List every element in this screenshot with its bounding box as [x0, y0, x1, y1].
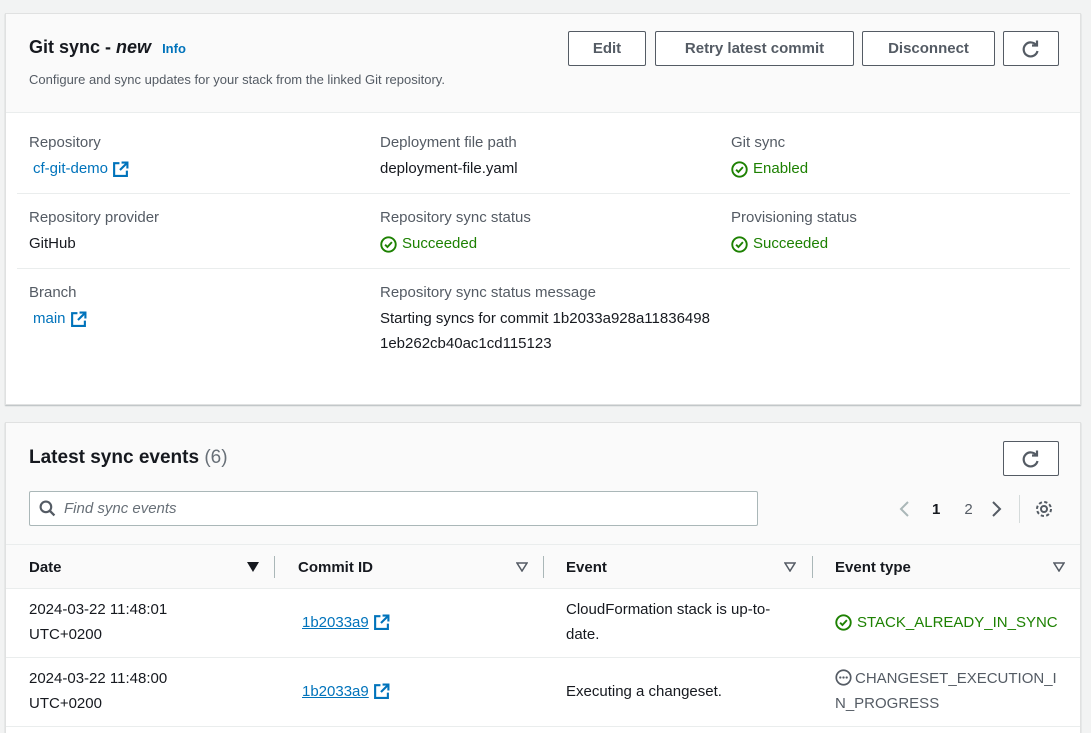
column-divider [543, 556, 544, 578]
preferences-button[interactable] [1034, 499, 1054, 519]
git-sync-status: Enabled [731, 160, 808, 178]
info-link[interactable]: Info [162, 41, 186, 56]
col-commit-id[interactable]: Commit ID [298, 545, 373, 590]
git-sync-field: Git sync Enabled [731, 134, 808, 183]
git-sync-panel: Git sync - new Info Configure and sync u… [5, 13, 1081, 405]
prev-page-button[interactable] [898, 500, 912, 518]
git-sync-header: Git sync - new Info Configure and sync u… [6, 14, 1080, 113]
provider-label: Repository provider [29, 209, 160, 226]
provisioning-status: Succeeded [731, 235, 828, 253]
next-page-button[interactable] [989, 500, 1003, 518]
sort-icon[interactable] [1053, 562, 1065, 572]
events-table-header: Date Commit ID Event Event type [6, 544, 1080, 589]
repo-sync-status-field: Repository sync status Succeeded [380, 209, 531, 258]
repo-sync-status: Succeeded [380, 235, 477, 253]
provisioning-status-field: Provisioning status Succeeded [731, 209, 857, 258]
success-check-icon [731, 160, 748, 178]
column-divider [812, 556, 813, 578]
commit-link[interactable]: 1b2033a9 [302, 610, 390, 635]
branch-field: Branch main [29, 284, 87, 328]
external-link-icon [373, 683, 390, 699]
sync-events-header: Latest sync events (6) Find sync events … [6, 423, 1080, 544]
sort-icon[interactable] [516, 562, 528, 572]
success-check-icon [380, 235, 397, 253]
page-2[interactable]: 2 [964, 501, 972, 518]
event-date: 2024-03-22 11:48:00 UTC+0200 [29, 670, 168, 712]
column-divider [274, 556, 275, 578]
refresh-icon [1022, 450, 1039, 467]
refresh-button[interactable] [1003, 31, 1059, 66]
provider-field: Repository provider GitHub [29, 209, 159, 253]
table-row: 2024-03-22 11:48:00 UTC+0200 1b2033a9 Ex… [6, 658, 1080, 727]
event-description: Executing a changeset. [566, 683, 722, 700]
provisioning-status-label: Provisioning status [731, 209, 857, 226]
sort-descending-icon[interactable] [247, 562, 259, 572]
git-sync-title: Git sync - new Info [29, 37, 186, 57]
search-sync-events[interactable]: Find sync events [29, 491, 758, 526]
disconnect-button[interactable]: Disconnect [862, 31, 995, 66]
repo-sync-status-label: Repository sync status [380, 209, 531, 226]
chevron-right-icon [991, 501, 1002, 517]
repository-link[interactable]: cf-git-demo [33, 160, 129, 178]
deployment-file-value: deployment-file.yaml [380, 160, 518, 177]
success-check-icon [835, 614, 852, 631]
sync-events-panel: Latest sync events (6) Find sync events … [5, 422, 1081, 733]
external-link-icon [373, 614, 390, 630]
page-1[interactable]: 1 [932, 501, 940, 518]
branch-link[interactable]: main [33, 310, 87, 328]
edit-button[interactable]: Edit [568, 31, 646, 66]
success-check-icon [731, 235, 748, 253]
pager-divider [1019, 495, 1020, 523]
repository-label: Repository [29, 134, 101, 151]
git-sync-description: Configure and sync updates for your stac… [29, 72, 445, 87]
retry-latest-commit-button[interactable]: Retry latest commit [655, 31, 854, 66]
sort-icon[interactable] [784, 562, 796, 572]
details-row-1: Repository cf-git-demo Deployment file p… [17, 113, 1070, 194]
external-link-icon [113, 161, 129, 177]
repository-field: Repository cf-git-demo [29, 134, 129, 178]
chevron-left-icon [899, 501, 909, 517]
git-sync-title-new: new [116, 37, 152, 57]
col-date[interactable]: Date [29, 545, 62, 590]
events-refresh-button[interactable] [1003, 441, 1059, 476]
sync-events-title: Latest sync events (6) [29, 447, 228, 468]
sync-message-value: Starting syncs for commit 1b2033a928a118… [380, 310, 710, 352]
event-date: 2024-03-22 11:48:01 UTC+0200 [29, 601, 168, 643]
branch-label: Branch [29, 284, 77, 301]
table-row: 2024-03-22 11:48:01 UTC+0200 1b2033a9 Cl… [6, 589, 1080, 658]
details-row-2: Repository provider GitHub Repository sy… [17, 194, 1070, 269]
gear-icon [1036, 501, 1052, 517]
sync-message-field: Repository sync status message Starting … [380, 284, 712, 356]
pagination: 1 2 [898, 498, 1003, 520]
event-description: CloudFormation stack is up-to-date. [566, 601, 771, 643]
search-icon [39, 500, 56, 517]
sync-message-label: Repository sync status message [380, 284, 596, 301]
git-sync-label: Git sync [731, 134, 786, 151]
refresh-icon [1022, 40, 1039, 57]
sync-events-count: (6) [204, 447, 228, 468]
deployment-file-label: Deployment file path [380, 134, 517, 151]
in-progress-icon [835, 669, 852, 686]
commit-link[interactable]: 1b2033a9 [302, 679, 390, 704]
details-row-3: Branch main Repository sync status messa… [17, 269, 1070, 399]
provider-value: GitHub [29, 235, 76, 252]
search-placeholder: Find sync events [64, 500, 177, 517]
external-link-icon [70, 311, 86, 327]
col-event-type[interactable]: Event type [835, 545, 911, 590]
col-event[interactable]: Event [566, 545, 607, 590]
deployment-file-field: Deployment file path deployment-file.yam… [380, 134, 518, 178]
event-type-status: CHANGESET_EXECUTION_IN_PROGRESS [835, 669, 1057, 712]
event-type-status: STACK_ALREADY_IN_SYNC [835, 610, 1058, 635]
